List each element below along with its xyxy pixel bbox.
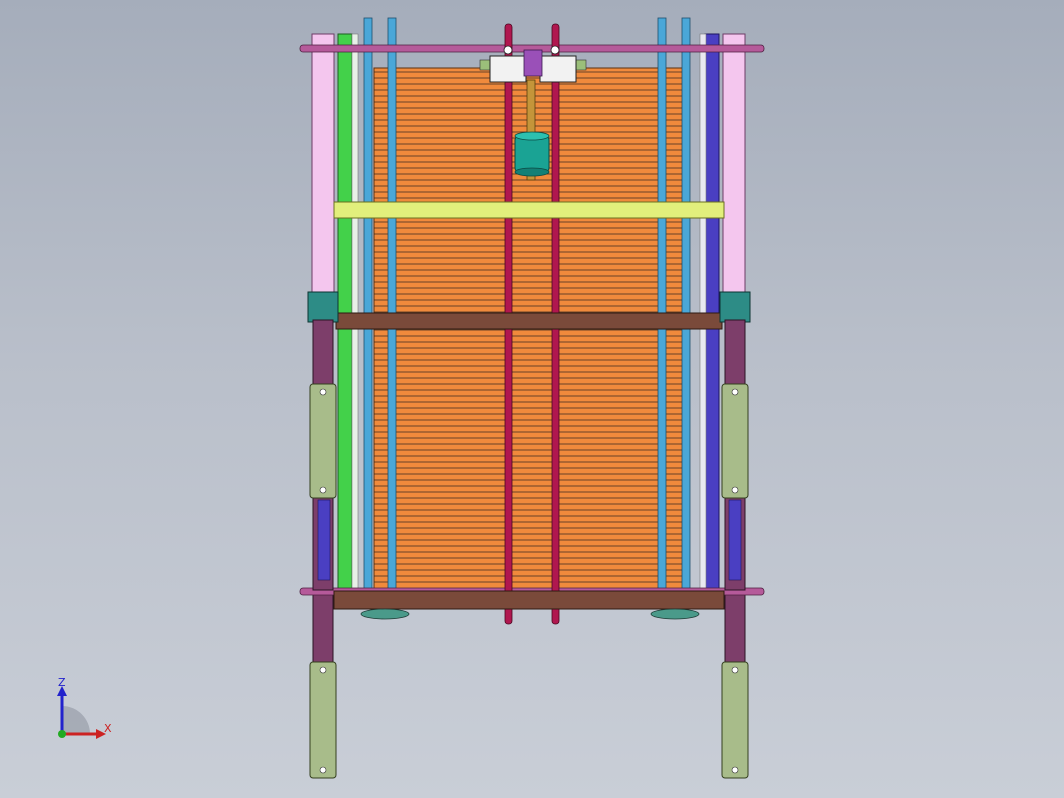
cad-viewport[interactable] <box>0 0 1064 798</box>
clamp-left-upper <box>309 383 337 499</box>
y-axis-icon <box>58 730 66 738</box>
right-purple-frame <box>704 33 720 591</box>
triad-backdrop <box>62 706 90 734</box>
right-pink-post <box>722 33 746 293</box>
clamp-left-lower <box>309 661 337 779</box>
blue-rod-1 <box>363 17 373 591</box>
left-pink-post <box>311 33 335 293</box>
clamp-right-lower <box>721 661 749 779</box>
clamp-right-upper <box>721 383 749 499</box>
hydraulic-cylinder <box>514 131 550 177</box>
filter-press-model <box>299 17 765 779</box>
blue-rod-2 <box>387 17 397 591</box>
x-axis-label: X <box>104 722 112 735</box>
coordinate-triad: Z X <box>57 676 112 739</box>
blue-rod-4 <box>681 17 691 591</box>
right-teal-block <box>719 291 751 323</box>
left-teal-block <box>307 291 339 323</box>
z-axis-label: Z <box>58 676 66 689</box>
yellow-cross-bar <box>333 201 725 219</box>
brown-mid-bar <box>335 312 723 330</box>
brown-bottom-bar <box>333 590 725 610</box>
left-foot <box>360 608 410 620</box>
right-foot <box>650 608 700 620</box>
left-green-frame <box>337 33 353 591</box>
blue-rod-3 <box>657 17 667 591</box>
